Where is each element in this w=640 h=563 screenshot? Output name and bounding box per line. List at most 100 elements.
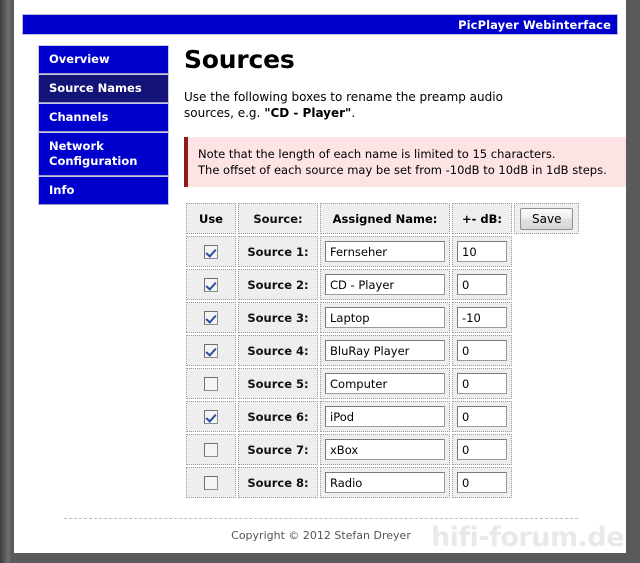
use-checkbox-source-3[interactable] [204, 310, 218, 325]
db-input-3[interactable] [457, 307, 507, 328]
name-cell-6 [320, 401, 450, 432]
name-cell-3 [320, 302, 450, 333]
save-button[interactable]: Save [520, 207, 574, 230]
app-title: PicPlayer Webinterface [458, 18, 611, 32]
db-input-1[interactable] [457, 241, 507, 262]
page-title: Sources [184, 45, 295, 74]
table-header-row: Use Source: Assigned Name: +- dB: Save [186, 203, 580, 234]
column-header-source: Source: [238, 203, 318, 234]
sidebar-item-info[interactable]: Info [38, 176, 169, 205]
spacer-cell-1 [514, 236, 579, 267]
sidebar-nav: Overview Source Names Channels Network C… [38, 45, 169, 205]
sources-table: Use Source: Assigned Name: +- dB: Save S… [184, 201, 581, 500]
name-cell-1 [320, 236, 450, 267]
db-input-5[interactable] [457, 373, 507, 394]
db-cell-2 [452, 269, 512, 300]
use-checkbox-source-2[interactable] [204, 277, 218, 292]
assigned-name-input-8[interactable] [325, 472, 445, 493]
intro-paragraph: Use the following boxes to rename the pr… [184, 89, 514, 121]
db-input-6[interactable] [457, 406, 507, 427]
source-label-6: Source 6: [238, 401, 318, 432]
table-row: Source 5: [186, 368, 579, 399]
use-checkbox-source-1[interactable] [204, 244, 218, 259]
sidebar-item-overview[interactable]: Overview [38, 45, 169, 74]
app-header-bar: PicPlayer Webinterface [22, 14, 618, 35]
table-row: Source 8: [186, 467, 579, 498]
db-input-2[interactable] [457, 274, 507, 295]
sidebar-item-channels[interactable]: Channels [38, 103, 169, 132]
db-input-4[interactable] [457, 340, 507, 361]
column-header-assigned-name: Assigned Name: [320, 203, 450, 234]
table-row: Source 1: [186, 236, 579, 267]
main-content: Sources Use the following boxes to renam… [184, 45, 626, 500]
table-row: Source 7: [186, 434, 579, 465]
sidebar-item-network-configuration[interactable]: Network Configuration [38, 132, 169, 176]
spacer-cell-8 [514, 467, 579, 498]
table-row: Source 6: [186, 401, 579, 432]
note-box: Note that the length of each name is lim… [184, 137, 626, 187]
source-label-1: Source 1: [238, 236, 318, 267]
source-label-5: Source 5: [238, 368, 318, 399]
intro-emphasis: "CD - Player" [264, 106, 352, 120]
db-cell-6 [452, 401, 512, 432]
use-cell-1 [186, 236, 236, 267]
use-checkbox-source-4[interactable] [204, 343, 218, 358]
db-cell-7 [452, 434, 512, 465]
browser-viewport: PicPlayer Webinterface Overview Source N… [0, 0, 640, 563]
table-row: Source 3: [186, 302, 579, 333]
use-cell-3 [186, 302, 236, 333]
spacer-cell-5 [514, 368, 579, 399]
assigned-name-input-3[interactable] [325, 307, 445, 328]
source-label-2: Source 2: [238, 269, 318, 300]
source-label-8: Source 8: [238, 467, 318, 498]
table-row: Source 2: [186, 269, 579, 300]
note-line-2: The offset of each source may be set fro… [198, 163, 607, 177]
name-cell-7 [320, 434, 450, 465]
name-cell-5 [320, 368, 450, 399]
db-input-7[interactable] [457, 439, 507, 460]
name-cell-2 [320, 269, 450, 300]
table-row: Source 4: [186, 335, 579, 366]
assigned-name-input-7[interactable] [325, 439, 445, 460]
source-label-3: Source 3: [238, 302, 318, 333]
intro-suffix: . [351, 106, 356, 120]
assigned-name-input-6[interactable] [325, 406, 445, 427]
sidebar-item-source-names[interactable]: Source Names [38, 74, 169, 103]
use-checkbox-source-6[interactable] [204, 409, 218, 424]
spacer-cell-4 [514, 335, 579, 366]
name-cell-8 [320, 467, 450, 498]
copyright-text: Copyright © 2012 Stefan Dreyer [231, 529, 411, 542]
db-cell-3 [452, 302, 512, 333]
assigned-name-input-5[interactable] [325, 373, 445, 394]
assigned-name-input-1[interactable] [325, 241, 445, 262]
use-cell-2 [186, 269, 236, 300]
use-cell-4 [186, 335, 236, 366]
source-label-4: Source 4: [238, 335, 318, 366]
db-input-8[interactable] [457, 472, 507, 493]
assigned-name-input-4[interactable] [325, 340, 445, 361]
spacer-cell-7 [514, 434, 579, 465]
db-cell-8 [452, 467, 512, 498]
footer-divider [64, 518, 578, 519]
use-cell-5 [186, 368, 236, 399]
footer: Copyright © 2012 Stefan Dreyer [64, 518, 578, 542]
source-label-7: Source 7: [238, 434, 318, 465]
spacer-cell-6 [514, 401, 579, 432]
spacer-cell-3 [514, 302, 579, 333]
note-line-1: Note that the length of each name is lim… [198, 147, 556, 161]
save-cell: Save [514, 203, 580, 234]
db-cell-4 [452, 335, 512, 366]
assigned-name-input-2[interactable] [325, 274, 445, 295]
use-checkbox-source-7[interactable] [204, 442, 218, 457]
column-header-use: Use [186, 203, 236, 234]
use-checkbox-source-5[interactable] [204, 376, 218, 391]
name-cell-4 [320, 335, 450, 366]
column-header-db: +- dB: [452, 203, 512, 234]
use-cell-7 [186, 434, 236, 465]
db-cell-1 [452, 236, 512, 267]
page-canvas: PicPlayer Webinterface Overview Source N… [14, 0, 626, 553]
use-checkbox-source-8[interactable] [204, 475, 218, 490]
use-cell-8 [186, 467, 236, 498]
spacer-cell-2 [514, 269, 579, 300]
db-cell-5 [452, 368, 512, 399]
